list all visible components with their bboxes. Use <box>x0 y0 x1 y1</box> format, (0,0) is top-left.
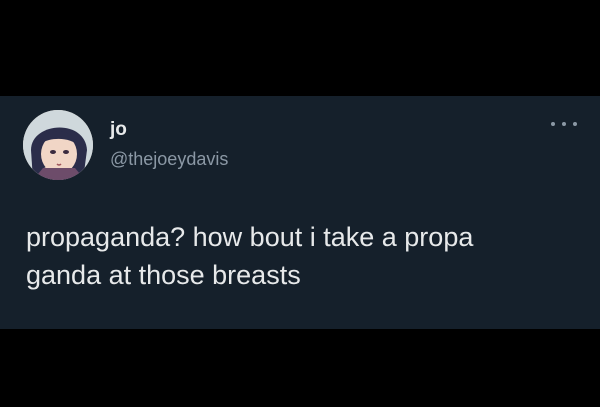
more-horizontal-icon[interactable] <box>551 119 577 129</box>
more-dot <box>573 122 577 126</box>
tweet-text-line: ganda at those breasts <box>26 260 301 290</box>
more-dot <box>551 122 555 126</box>
more-dot <box>562 122 566 126</box>
anime-avatar-icon <box>23 110 93 180</box>
avatar[interactable] <box>23 110 93 180</box>
tweet-card: jo @thejoeydavis propaganda? how bout i … <box>0 96 600 329</box>
tweet-text-line: propaganda? how bout i take a propa <box>26 222 474 252</box>
tweet-text: propaganda? how bout i take a propa gand… <box>26 218 566 294</box>
author-display-name[interactable]: jo <box>110 119 127 141</box>
author-handle[interactable]: @thejoeydavis <box>110 148 228 170</box>
